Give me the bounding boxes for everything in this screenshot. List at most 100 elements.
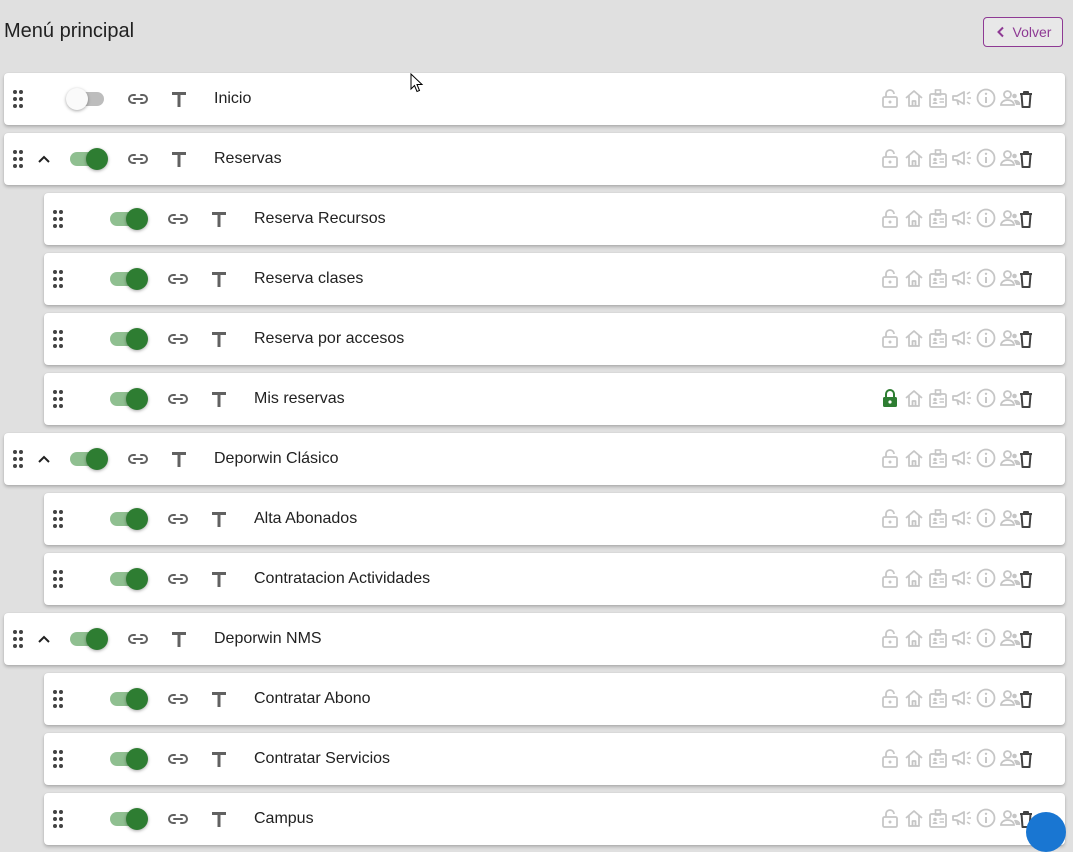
- drag-handle-icon[interactable]: [12, 449, 24, 469]
- info-icon[interactable]: [975, 627, 997, 649]
- menu-row[interactable]: Reserva clases: [44, 253, 1065, 305]
- megaphone-icon[interactable]: [951, 87, 973, 109]
- id-badge-icon[interactable]: [927, 87, 949, 109]
- trash-icon[interactable]: [1015, 508, 1037, 530]
- id-badge-icon[interactable]: [927, 327, 949, 349]
- drag-handle-icon[interactable]: [52, 329, 64, 349]
- info-icon[interactable]: [975, 267, 997, 289]
- home-icon[interactable]: [903, 387, 925, 409]
- id-badge-icon[interactable]: [927, 507, 949, 529]
- visibility-toggle[interactable]: [108, 567, 148, 591]
- menu-row[interactable]: Alta Abonados: [44, 493, 1065, 545]
- lock-icon[interactable]: [879, 807, 901, 829]
- home-icon[interactable]: [903, 87, 925, 109]
- id-badge-icon[interactable]: [927, 267, 949, 289]
- info-icon[interactable]: [975, 207, 997, 229]
- trash-icon[interactable]: [1015, 448, 1037, 470]
- id-badge-icon[interactable]: [927, 567, 949, 589]
- megaphone-icon[interactable]: [951, 807, 973, 829]
- text-format-icon[interactable]: [208, 808, 230, 830]
- info-icon[interactable]: [975, 327, 997, 349]
- link-icon[interactable]: [166, 807, 190, 831]
- megaphone-icon[interactable]: [951, 207, 973, 229]
- visibility-toggle[interactable]: [108, 387, 148, 411]
- id-badge-icon[interactable]: [927, 807, 949, 829]
- text-format-icon[interactable]: [208, 268, 230, 290]
- trash-icon[interactable]: [1015, 568, 1037, 590]
- drag-handle-icon[interactable]: [52, 749, 64, 769]
- menu-row[interactable]: Deporwin NMS: [4, 613, 1065, 665]
- chevron-up-icon[interactable]: [36, 151, 52, 167]
- link-icon[interactable]: [126, 87, 150, 111]
- menu-row[interactable]: Contratacion Actividades: [44, 553, 1065, 605]
- megaphone-icon[interactable]: [951, 327, 973, 349]
- drag-handle-icon[interactable]: [52, 269, 64, 289]
- visibility-toggle[interactable]: [108, 507, 148, 531]
- menu-row[interactable]: Contratar Abono: [44, 673, 1065, 725]
- home-icon[interactable]: [903, 207, 925, 229]
- visibility-toggle[interactable]: [68, 627, 108, 651]
- text-format-icon[interactable]: [168, 628, 190, 650]
- link-icon[interactable]: [166, 567, 190, 591]
- link-icon[interactable]: [166, 507, 190, 531]
- link-icon[interactable]: [166, 327, 190, 351]
- text-format-icon[interactable]: [208, 508, 230, 530]
- megaphone-icon[interactable]: [951, 687, 973, 709]
- visibility-toggle[interactable]: [108, 807, 148, 831]
- home-icon[interactable]: [903, 147, 925, 169]
- drag-handle-icon[interactable]: [12, 149, 24, 169]
- chevron-up-icon[interactable]: [36, 451, 52, 467]
- menu-row[interactable]: Reservas: [4, 133, 1065, 185]
- lock-icon[interactable]: [879, 447, 901, 469]
- text-format-icon[interactable]: [208, 748, 230, 770]
- megaphone-icon[interactable]: [951, 387, 973, 409]
- megaphone-icon[interactable]: [951, 447, 973, 469]
- home-icon[interactable]: [903, 327, 925, 349]
- visibility-toggle[interactable]: [108, 687, 148, 711]
- id-badge-icon[interactable]: [927, 687, 949, 709]
- link-icon[interactable]: [166, 747, 190, 771]
- drag-handle-icon[interactable]: [52, 509, 64, 529]
- trash-icon[interactable]: [1015, 748, 1037, 770]
- visibility-toggle[interactable]: [108, 207, 148, 231]
- megaphone-icon[interactable]: [951, 567, 973, 589]
- visibility-toggle[interactable]: [68, 147, 108, 171]
- info-icon[interactable]: [975, 87, 997, 109]
- link-icon[interactable]: [126, 147, 150, 171]
- id-badge-icon[interactable]: [927, 747, 949, 769]
- trash-icon[interactable]: [1015, 268, 1037, 290]
- menu-row[interactable]: Deporwin Clásico: [4, 433, 1065, 485]
- visibility-toggle[interactable]: [108, 267, 148, 291]
- back-button[interactable]: Volver: [983, 17, 1063, 47]
- menu-row[interactable]: Inicio: [4, 73, 1065, 125]
- info-icon[interactable]: [975, 447, 997, 469]
- visibility-toggle[interactable]: [108, 747, 148, 771]
- lock-icon[interactable]: [879, 567, 901, 589]
- home-icon[interactable]: [903, 567, 925, 589]
- home-icon[interactable]: [903, 447, 925, 469]
- menu-row[interactable]: Contratar Servicios: [44, 733, 1065, 785]
- text-format-icon[interactable]: [208, 208, 230, 230]
- text-format-icon[interactable]: [168, 88, 190, 110]
- link-icon[interactable]: [166, 687, 190, 711]
- lock-icon[interactable]: [879, 147, 901, 169]
- trash-icon[interactable]: [1015, 88, 1037, 110]
- home-icon[interactable]: [903, 627, 925, 649]
- link-icon[interactable]: [166, 207, 190, 231]
- text-format-icon[interactable]: [208, 568, 230, 590]
- link-icon[interactable]: [166, 387, 190, 411]
- text-format-icon[interactable]: [168, 448, 190, 470]
- chevron-up-icon[interactable]: [36, 631, 52, 647]
- id-badge-icon[interactable]: [927, 387, 949, 409]
- add-fab-button[interactable]: [1026, 812, 1066, 852]
- info-icon[interactable]: [975, 567, 997, 589]
- drag-handle-icon[interactable]: [52, 569, 64, 589]
- link-icon[interactable]: [126, 627, 150, 651]
- info-icon[interactable]: [975, 387, 997, 409]
- link-icon[interactable]: [166, 267, 190, 291]
- drag-handle-icon[interactable]: [12, 629, 24, 649]
- drag-handle-icon[interactable]: [52, 389, 64, 409]
- trash-icon[interactable]: [1015, 628, 1037, 650]
- lock-icon[interactable]: [879, 627, 901, 649]
- id-badge-icon[interactable]: [927, 447, 949, 469]
